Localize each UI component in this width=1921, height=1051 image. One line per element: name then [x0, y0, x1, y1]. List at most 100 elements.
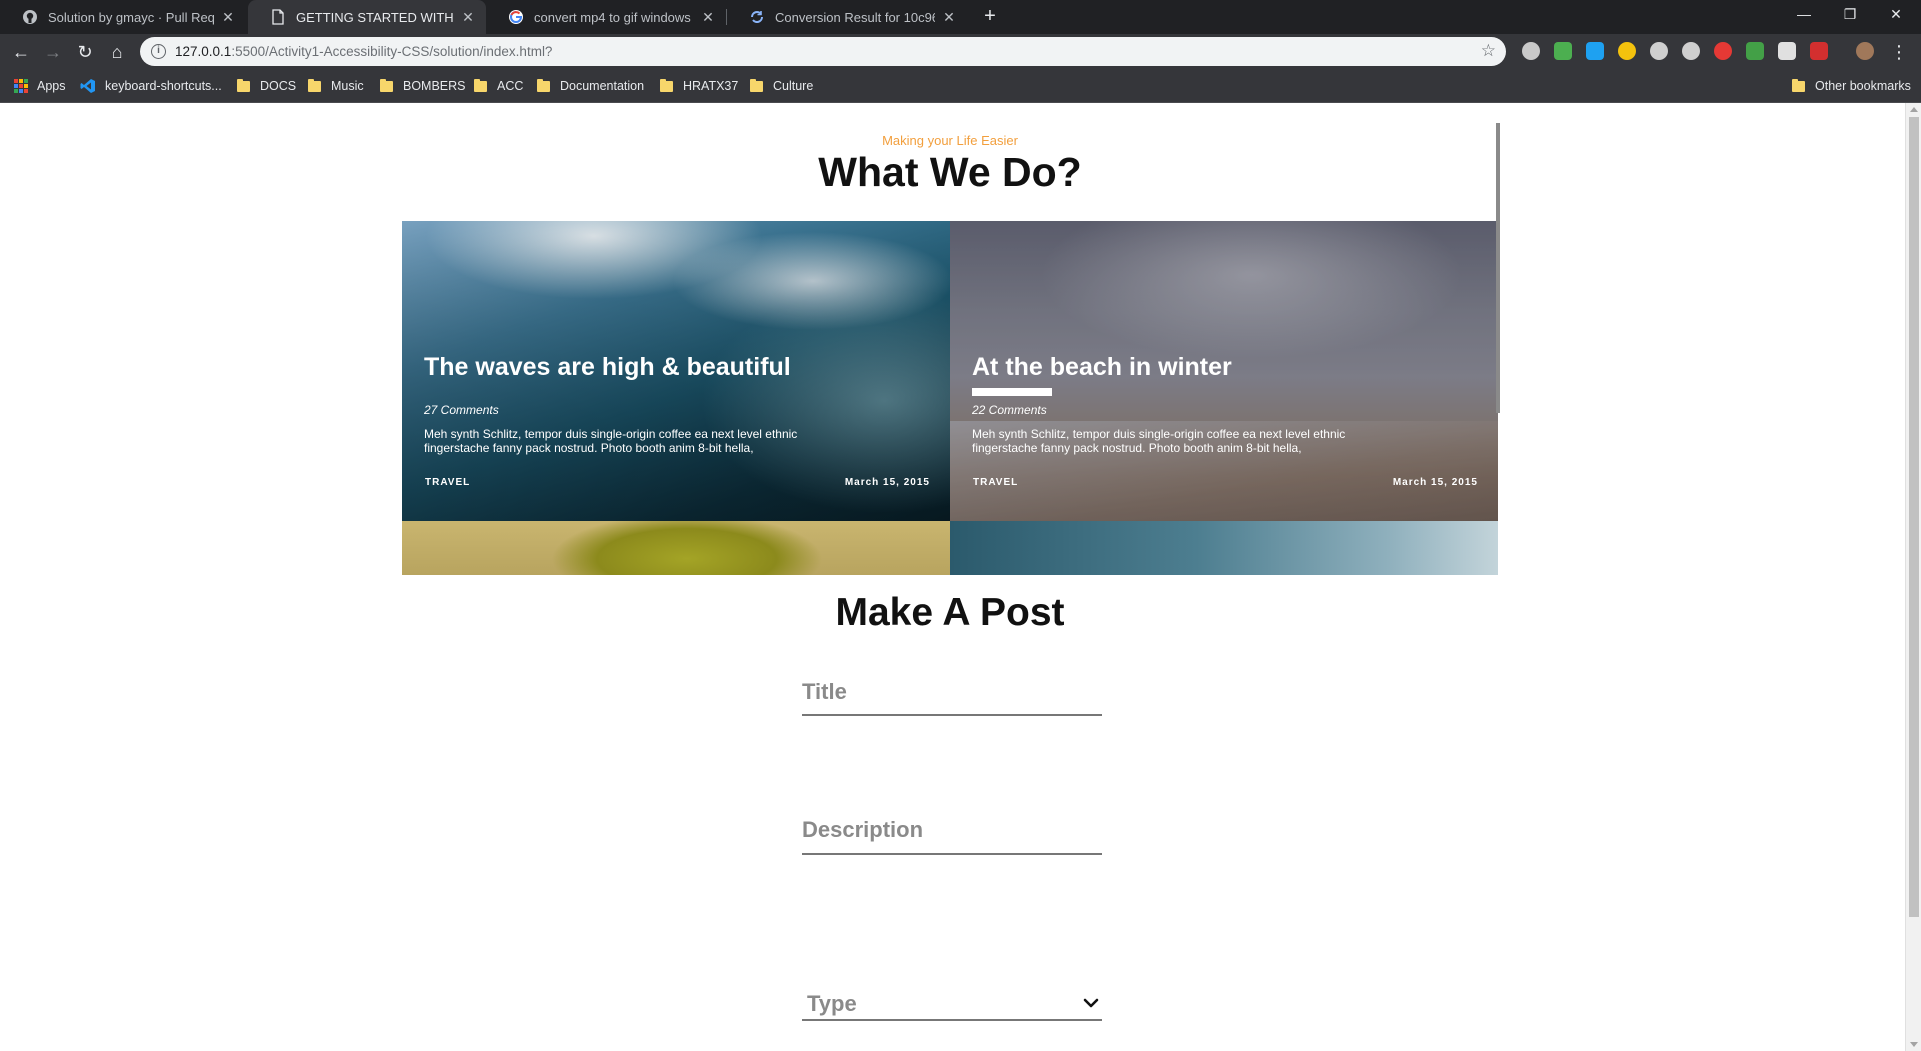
tab-getting-started[interactable]: GETTING STARTED WITH CSS ✕: [248, 0, 486, 34]
type-select[interactable]: Type: [802, 987, 1102, 1021]
card-title-underline: [972, 388, 1052, 396]
bookmark-culture[interactable]: Culture: [750, 70, 813, 102]
browser-chrome: Solution by gmayc · Pull Request ✕ GETTI…: [0, 0, 1921, 103]
description-placeholder: Description: [802, 817, 924, 842]
folder-icon: [660, 78, 673, 92]
tab-close-icon[interactable]: ✕: [220, 9, 236, 26]
scroll-down-arrow-icon[interactable]: [1910, 1042, 1918, 1047]
document-icon: [272, 9, 284, 25]
reload-button[interactable]: ↻: [72, 39, 98, 65]
bookmark-label: Documentation: [560, 79, 645, 93]
folder-icon: [237, 78, 250, 92]
title-input[interactable]: Title: [802, 679, 1102, 716]
browser-toolbar: ← → ↻ ⌂ i 127.0.0.1:5500/Activity1-Acces…: [0, 34, 1921, 70]
card-comments[interactable]: 27 Comments: [424, 403, 499, 417]
folder-icon: [750, 78, 763, 92]
card-waves[interactable]: The waves are high & beautiful 27 Commen…: [402, 221, 950, 521]
chevron-down-icon: [1083, 998, 1099, 1008]
back-button[interactable]: ←: [8, 39, 34, 65]
card-comments[interactable]: 22 Comments: [972, 403, 1047, 417]
tab-close-icon[interactable]: ✕: [700, 9, 716, 26]
stop-extension-icon[interactable]: [1714, 42, 1732, 60]
title-placeholder: Title: [802, 679, 847, 704]
card-title: At the beach in winter: [972, 353, 1232, 381]
abp-extension-icon[interactable]: [1810, 42, 1828, 60]
minimize-button[interactable]: —: [1781, 0, 1827, 30]
bookmark-label: HRATX37: [683, 79, 739, 93]
section-heading: What We Do?: [818, 149, 1082, 195]
make-post-heading: Make A Post: [835, 591, 1065, 634]
react-extension-icon[interactable]: [1650, 42, 1668, 60]
scroll-thumb[interactable]: [1909, 117, 1919, 917]
tab-close-icon[interactable]: ✕: [460, 9, 476, 26]
tab-conversion-result[interactable]: Conversion Result for 10c9655e6 ✕: [727, 0, 967, 34]
url-path: :5500/Activity1-Accessibility-CSS/soluti…: [231, 44, 553, 59]
card-date: March 15, 2015: [844, 477, 930, 488]
bookmark-hratx37[interactable]: HRATX37: [660, 70, 738, 102]
folder-icon: [1792, 78, 1805, 92]
emoji-extension-icon[interactable]: [1618, 42, 1636, 60]
restore-button[interactable]: ❐: [1827, 0, 1873, 30]
google-icon: [509, 10, 523, 24]
folder-icon: [308, 78, 321, 92]
avatar-icon[interactable]: [1856, 42, 1874, 60]
new-tab-button[interactable]: +: [975, 0, 1005, 34]
arrow-extension-icon[interactable]: [1778, 42, 1796, 60]
bookmark-other-bookmarks[interactable]: Other bookmarks: [1792, 70, 1911, 102]
address-url[interactable]: 127.0.0.1:5500/Activity1-Accessibility-C…: [175, 37, 552, 66]
speaker-extension-icon[interactable]: [1746, 42, 1764, 60]
forward-button[interactable]: →: [40, 39, 66, 65]
bookmark-documentation[interactable]: Documentation: [537, 70, 644, 102]
close-window-button[interactable]: ✕: [1873, 0, 1919, 30]
bookmark-label: Culture: [773, 79, 814, 93]
card-grid[interactable]: The waves are high & beautiful 27 Commen…: [402, 221, 1498, 575]
folder-icon: [380, 78, 393, 92]
v-extension-icon[interactable]: [1522, 42, 1540, 60]
bookmark-apps[interactable]: Apps: [14, 70, 66, 102]
card-date: March 15, 2015: [1392, 477, 1478, 488]
address-bar[interactable]: i 127.0.0.1:5500/Activity1-Accessibility…: [140, 37, 1506, 66]
bookmark-label: Apps: [37, 79, 66, 93]
tab-close-icon[interactable]: ✕: [941, 9, 957, 26]
tab-title: Conversion Result for 10c9655e6: [775, 9, 935, 25]
tab-title: GETTING STARTED WITH CSS: [296, 9, 454, 25]
section-kicker: Making your Life Easier: [882, 133, 1018, 148]
apps-icon: [14, 79, 28, 93]
lock-extension-icon[interactable]: [1554, 42, 1572, 60]
bookmark-star-icon[interactable]: ☆: [1481, 41, 1496, 61]
card-beach[interactable]: At the beach in winter 22 Comments Meh s…: [950, 221, 1498, 521]
info-icon[interactable]: i: [151, 44, 166, 59]
bookmarks-bar: Apps keyboard-shortcuts... DOCS Music BO…: [0, 70, 1921, 103]
card-category[interactable]: TRAVEL: [973, 477, 1018, 488]
card-grid-scrollbar[interactable]: [1496, 123, 1500, 413]
page-scrollbar[interactable]: [1905, 103, 1921, 1051]
page-content: Making your Life Easier What We Do? The …: [0, 103, 1905, 1051]
card-category[interactable]: TRAVEL: [425, 477, 470, 488]
card-title: The waves are high & beautiful: [424, 353, 791, 381]
card-image-trees[interactable]: [402, 521, 950, 575]
vscode-icon: [80, 79, 95, 93]
folder-icon: [474, 78, 487, 92]
scroll-up-arrow-icon[interactable]: [1910, 107, 1918, 112]
bookmark-docs[interactable]: DOCS: [237, 70, 296, 102]
folder-icon: [537, 78, 550, 92]
bookmark-label: DOCS: [260, 79, 297, 93]
bookmark-label: keyboard-shortcuts...: [105, 79, 222, 93]
tab-pull-request[interactable]: Solution by gmayc · Pull Request ✕: [0, 0, 246, 34]
description-input[interactable]: Description: [802, 817, 1102, 855]
bookmark-label: Other bookmarks: [1815, 79, 1911, 93]
tab-title: convert mp4 to gif windows 10 -: [534, 9, 694, 25]
bookmark-music[interactable]: Music: [308, 70, 364, 102]
bookmark-bombers[interactable]: BOMBERS: [380, 70, 466, 102]
bookmark-keyboard-shortcuts[interactable]: keyboard-shortcuts...: [80, 70, 222, 102]
home-button[interactable]: ⌂: [104, 39, 130, 65]
github-icon: [23, 10, 37, 24]
url-host: 127.0.0.1: [175, 44, 232, 59]
tab-google-search[interactable]: convert mp4 to gif windows 10 - ✕: [486, 0, 726, 34]
browser-menu-icon[interactable]: ⋮: [1886, 39, 1912, 65]
target-extension-icon[interactable]: [1682, 42, 1700, 60]
windows-extension-icon[interactable]: [1586, 42, 1604, 60]
bookmark-acc[interactable]: ACC: [474, 70, 523, 102]
tab-strip: Solution by gmayc · Pull Request ✕ GETTI…: [0, 0, 1921, 34]
card-image-sky[interactable]: [950, 521, 1498, 575]
